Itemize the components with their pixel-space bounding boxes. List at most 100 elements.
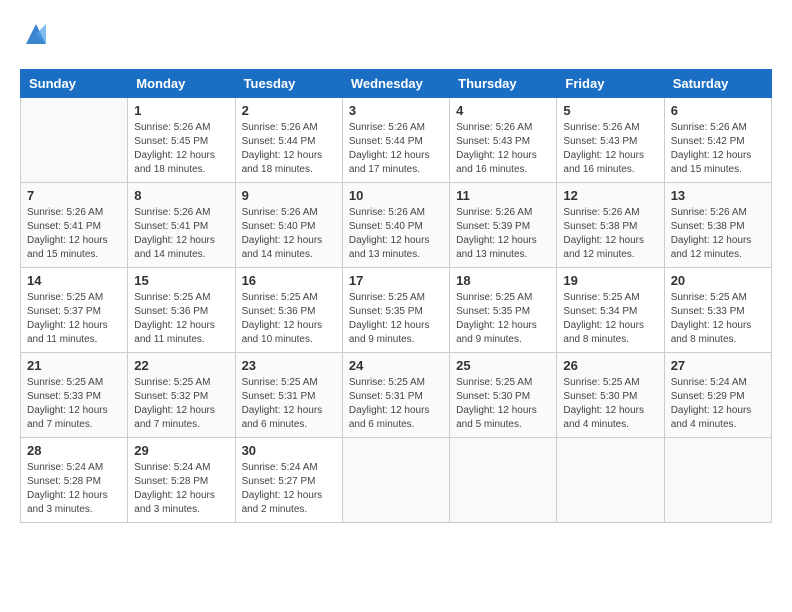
calendar-week-row: 21 Sunrise: 5:25 AM Sunset: 5:33 PM Dayli… <box>21 353 772 438</box>
day-number: 4 <box>456 103 550 118</box>
calendar-cell: 8 Sunrise: 5:26 AM Sunset: 5:41 PM Daylig… <box>128 183 235 268</box>
day-number: 10 <box>349 188 443 203</box>
day-info: Sunrise: 5:25 AM Sunset: 5:35 PM Dayligh… <box>349 291 443 347</box>
day-info: Sunrise: 5:26 AM Sunset: 5:41 PM Dayligh… <box>134 206 228 262</box>
day-info: Sunrise: 5:26 AM Sunset: 5:39 PM Dayligh… <box>456 206 550 262</box>
day-info: Sunrise: 5:24 AM Sunset: 5:29 PM Dayligh… <box>671 376 765 432</box>
calendar-cell: 30 Sunrise: 5:24 AM Sunset: 5:27 PM Dayli… <box>235 438 342 523</box>
day-number: 15 <box>134 273 228 288</box>
calendar-cell: 23 Sunrise: 5:25 AM Sunset: 5:31 PM Dayli… <box>235 353 342 438</box>
day-number: 20 <box>671 273 765 288</box>
calendar-cell: 16 Sunrise: 5:25 AM Sunset: 5:36 PM Dayli… <box>235 268 342 353</box>
day-number: 23 <box>242 358 336 373</box>
day-info: Sunrise: 5:25 AM Sunset: 5:31 PM Dayligh… <box>242 376 336 432</box>
calendar-cell: 15 Sunrise: 5:25 AM Sunset: 5:36 PM Dayli… <box>128 268 235 353</box>
day-number: 28 <box>27 443 121 458</box>
calendar-cell: 26Sunrise: 5:25 AM Sunset: 5:30 PM Dayli… <box>557 353 664 438</box>
calendar-cell: 17 Sunrise: 5:25 AM Sunset: 5:35 PM Dayli… <box>342 268 449 353</box>
logo-icon <box>22 20 50 48</box>
day-info: Sunrise: 5:26 AM Sunset: 5:43 PM Dayligh… <box>563 121 657 177</box>
day-info: Sunrise: 5:25 AM Sunset: 5:33 PM Dayligh… <box>27 376 121 432</box>
day-number: 21 <box>27 358 121 373</box>
day-number: 14 <box>27 273 121 288</box>
calendar-cell: 21 Sunrise: 5:25 AM Sunset: 5:33 PM Dayli… <box>21 353 128 438</box>
calendar-cell: 22 Sunrise: 5:25 AM Sunset: 5:32 PM Dayli… <box>128 353 235 438</box>
calendar-week-row: 7 Sunrise: 5:26 AM Sunset: 5:41 PM Daylig… <box>21 183 772 268</box>
calendar-cell: 20 Sunrise: 5:25 AM Sunset: 5:33 PM Dayli… <box>664 268 771 353</box>
calendar-cell <box>450 438 557 523</box>
day-info: Sunrise: 5:24 AM Sunset: 5:28 PM Dayligh… <box>27 461 121 517</box>
calendar-cell <box>664 438 771 523</box>
calendar-cell: 5 Sunrise: 5:26 AM Sunset: 5:43 PM Daylig… <box>557 98 664 183</box>
day-info: Sunrise: 5:25 AM Sunset: 5:31 PM Dayligh… <box>349 376 443 432</box>
calendar-cell: 25 Sunrise: 5:25 AM Sunset: 5:30 PM Dayli… <box>450 353 557 438</box>
day-info: Sunrise: 5:26 AM Sunset: 5:44 PM Dayligh… <box>349 121 443 177</box>
calendar-cell: 28 Sunrise: 5:24 AM Sunset: 5:28 PM Dayli… <box>21 438 128 523</box>
day-number: 30 <box>242 443 336 458</box>
day-number: 24 <box>349 358 443 373</box>
column-header-sunday: Sunday <box>21 70 128 98</box>
day-info: Sunrise: 5:26 AM Sunset: 5:40 PM Dayligh… <box>242 206 336 262</box>
calendar-cell: 18Sunrise: 5:25 AM Sunset: 5:35 PM Dayli… <box>450 268 557 353</box>
calendar-cell <box>342 438 449 523</box>
day-info: Sunrise: 5:26 AM Sunset: 5:38 PM Dayligh… <box>671 206 765 262</box>
day-number: 9 <box>242 188 336 203</box>
calendar-cell <box>557 438 664 523</box>
day-info: Sunrise: 5:26 AM Sunset: 5:40 PM Dayligh… <box>349 206 443 262</box>
day-number: 16 <box>242 273 336 288</box>
column-header-friday: Friday <box>557 70 664 98</box>
day-info: Sunrise: 5:25 AM Sunset: 5:34 PM Dayligh… <box>563 291 657 347</box>
calendar-cell: 6 Sunrise: 5:26 AM Sunset: 5:42 PM Daylig… <box>664 98 771 183</box>
day-info: Sunrise: 5:25 AM Sunset: 5:35 PM Dayligh… <box>456 291 550 347</box>
day-info: Sunrise: 5:24 AM Sunset: 5:27 PM Dayligh… <box>242 461 336 517</box>
column-header-tuesday: Tuesday <box>235 70 342 98</box>
day-number: 1 <box>134 103 228 118</box>
calendar-week-row: 28 Sunrise: 5:24 AM Sunset: 5:28 PM Dayli… <box>21 438 772 523</box>
day-info: Sunrise: 5:26 AM Sunset: 5:38 PM Dayligh… <box>563 206 657 262</box>
day-info: Sunrise: 5:25 AM Sunset: 5:30 PM Dayligh… <box>456 376 550 432</box>
day-info: Sunrise: 5:26 AM Sunset: 5:44 PM Dayligh… <box>242 121 336 177</box>
calendar-cell: 19 Sunrise: 5:25 AM Sunset: 5:34 PM Dayli… <box>557 268 664 353</box>
day-number: 8 <box>134 188 228 203</box>
day-info: Sunrise: 5:26 AM Sunset: 5:42 PM Dayligh… <box>671 121 765 177</box>
column-header-thursday: Thursday <box>450 70 557 98</box>
day-number: 26 <box>563 358 657 373</box>
calendar-week-row: 1 Sunrise: 5:26 AM Sunset: 5:45 PM Daylig… <box>21 98 772 183</box>
day-info: Sunrise: 5:26 AM Sunset: 5:43 PM Dayligh… <box>456 121 550 177</box>
day-info: Sunrise: 5:26 AM Sunset: 5:45 PM Dayligh… <box>134 121 228 177</box>
day-number: 12 <box>563 188 657 203</box>
calendar-cell: 14 Sunrise: 5:25 AM Sunset: 5:37 PM Dayli… <box>21 268 128 353</box>
day-info: Sunrise: 5:25 AM Sunset: 5:32 PM Dayligh… <box>134 376 228 432</box>
day-info: Sunrise: 5:25 AM Sunset: 5:37 PM Dayligh… <box>27 291 121 347</box>
calendar-table: SundayMondayTuesdayWednesdayThursdayFrid… <box>20 69 772 523</box>
day-number: 3 <box>349 103 443 118</box>
day-number: 27 <box>671 358 765 373</box>
day-info: Sunrise: 5:25 AM Sunset: 5:33 PM Dayligh… <box>671 291 765 347</box>
day-number: 5 <box>563 103 657 118</box>
calendar-header-row: SundayMondayTuesdayWednesdayThursdayFrid… <box>21 70 772 98</box>
day-number: 25 <box>456 358 550 373</box>
day-number: 19 <box>563 273 657 288</box>
calendar-cell: 29Sunrise: 5:24 AM Sunset: 5:28 PM Dayli… <box>128 438 235 523</box>
day-number: 29 <box>134 443 228 458</box>
day-info: Sunrise: 5:26 AM Sunset: 5:41 PM Dayligh… <box>27 206 121 262</box>
day-number: 17 <box>349 273 443 288</box>
calendar-cell: 13Sunrise: 5:26 AM Sunset: 5:38 PM Dayli… <box>664 183 771 268</box>
day-info: Sunrise: 5:25 AM Sunset: 5:36 PM Dayligh… <box>242 291 336 347</box>
calendar-cell: 10 Sunrise: 5:26 AM Sunset: 5:40 PM Dayli… <box>342 183 449 268</box>
calendar-cell: 3 Sunrise: 5:26 AM Sunset: 5:44 PM Daylig… <box>342 98 449 183</box>
day-number: 6 <box>671 103 765 118</box>
column-header-saturday: Saturday <box>664 70 771 98</box>
day-info: Sunrise: 5:25 AM Sunset: 5:36 PM Dayligh… <box>134 291 228 347</box>
calendar-cell: 11Sunrise: 5:26 AM Sunset: 5:39 PM Dayli… <box>450 183 557 268</box>
day-number: 22 <box>134 358 228 373</box>
page-header <box>20 20 772 53</box>
calendar-cell: 24 Sunrise: 5:25 AM Sunset: 5:31 PM Dayli… <box>342 353 449 438</box>
calendar-cell: 9 Sunrise: 5:26 AM Sunset: 5:40 PM Daylig… <box>235 183 342 268</box>
calendar-cell: 4 Sunrise: 5:26 AM Sunset: 5:43 PM Daylig… <box>450 98 557 183</box>
column-header-monday: Monday <box>128 70 235 98</box>
day-number: 7 <box>27 188 121 203</box>
calendar-week-row: 14 Sunrise: 5:25 AM Sunset: 5:37 PM Dayli… <box>21 268 772 353</box>
column-header-wednesday: Wednesday <box>342 70 449 98</box>
calendar-cell: 2Sunrise: 5:26 AM Sunset: 5:44 PM Daylig… <box>235 98 342 183</box>
